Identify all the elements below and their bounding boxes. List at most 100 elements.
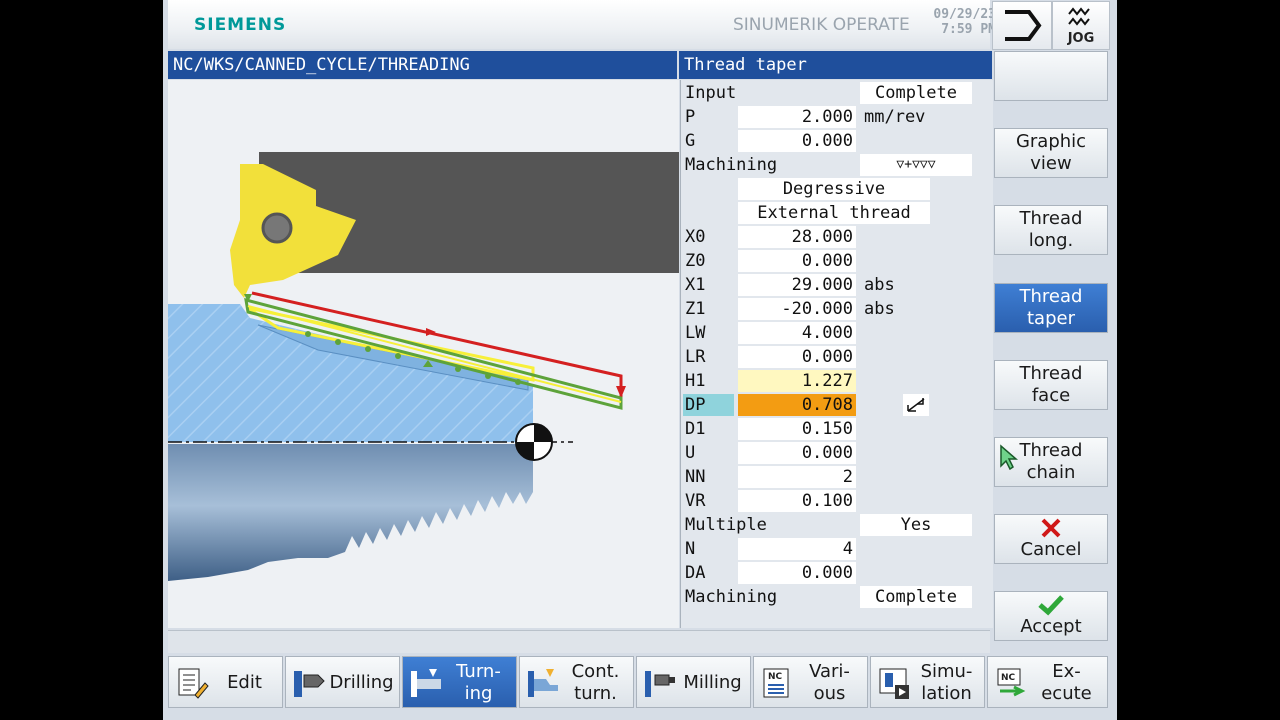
various-label: Vari-ous xyxy=(794,657,865,709)
jog-label: JOG xyxy=(1067,31,1095,46)
turning-button[interactable]: Turn-ing xyxy=(402,656,517,708)
thread-long-line2: long. xyxy=(1028,230,1074,251)
x0-field[interactable]: 28.000 xyxy=(738,226,856,248)
nc-badge-execute: NC xyxy=(1001,673,1016,683)
p-unit[interactable]: mm/rev xyxy=(864,106,925,128)
thread-taper-line2: taper xyxy=(1027,308,1075,329)
multiple-label: Multiple xyxy=(685,515,767,535)
lw-label: LW xyxy=(685,323,706,343)
softkey-blank[interactable] xyxy=(994,51,1108,101)
machining2-toggle[interactable]: Complete xyxy=(860,586,972,608)
thread-taper-button[interactable]: Thread taper xyxy=(994,283,1108,333)
thread-taper-line1: Thread xyxy=(1019,286,1083,307)
z0-label: Z0 xyxy=(685,251,706,271)
date-time: 09/29/23 7:59 PM xyxy=(931,7,996,37)
milling-button[interactable]: Milling xyxy=(636,656,751,708)
da-label: DA xyxy=(685,563,706,583)
simulation-button[interactable]: Simu-lation xyxy=(870,656,985,708)
turning-icon xyxy=(411,669,441,697)
g-field[interactable]: 0.000 xyxy=(738,130,856,152)
form-title: Thread taper xyxy=(679,51,992,79)
cancel-label: Cancel xyxy=(1020,539,1082,560)
program-path: NC/WKS/CANNED_CYCLE/THREADING xyxy=(168,51,677,79)
drilling-button[interactable]: Drilling xyxy=(285,656,400,708)
machining-label: Machining xyxy=(685,155,778,175)
execute-label: Ex-ecute xyxy=(1028,657,1105,709)
u-label: U xyxy=(685,443,696,463)
machining2-label: Machining xyxy=(685,587,778,607)
edit-icon xyxy=(178,668,209,699)
infeed-toggle[interactable]: Degressive xyxy=(738,178,930,200)
thread-face-line1: Thread xyxy=(1019,363,1083,384)
contour-line1: Cont. xyxy=(571,661,620,682)
graphic-view-button[interactable]: Graphic view xyxy=(994,128,1108,178)
lw-field[interactable]: 4.000 xyxy=(738,322,856,344)
n-field[interactable]: 4 xyxy=(738,538,856,560)
execute-icon: NC xyxy=(997,668,1026,697)
product-name: SINUMERIK OPERATE xyxy=(733,15,910,35)
da-field[interactable]: 0.000 xyxy=(738,562,856,584)
contour-turning-icon xyxy=(528,669,558,697)
date: 09/29/23 xyxy=(933,7,996,22)
h1-field[interactable]: 1.227 xyxy=(738,370,856,392)
program-mode-button[interactable] xyxy=(992,1,1052,50)
x1-unit[interactable]: abs xyxy=(864,274,895,296)
edit-button[interactable]: Edit xyxy=(168,656,283,708)
cancel-button[interactable]: Cancel xyxy=(994,514,1108,564)
z1-unit[interactable]: abs xyxy=(864,298,895,320)
brand-logo: SIEMENS xyxy=(194,15,287,35)
x0-label: X0 xyxy=(685,227,706,247)
d1-field[interactable]: 0.150 xyxy=(738,418,856,440)
machining-toggle[interactable]: ▽+▽▽▽ xyxy=(860,154,972,176)
execute-button[interactable]: NC Ex-ecute xyxy=(987,656,1108,708)
accept-button[interactable]: Accept xyxy=(994,591,1108,641)
thread-type-toggle[interactable]: External thread xyxy=(738,202,930,224)
nn-field[interactable]: 2 xyxy=(738,466,856,488)
turning-line1: Turn- xyxy=(456,661,501,682)
z1-label: Z1 xyxy=(685,299,706,319)
turning-line2: ing xyxy=(464,683,493,704)
nn-label: NN xyxy=(685,467,706,487)
nc-program-icon: NC xyxy=(763,668,789,698)
edit-label: Edit xyxy=(227,672,262,693)
z1-field[interactable]: -20.000 xyxy=(738,298,856,320)
multiple-toggle[interactable]: Yes xyxy=(860,514,972,536)
lr-label: LR xyxy=(685,347,706,367)
various-line1: Vari- xyxy=(809,661,850,682)
thread-chain-line2: chain xyxy=(1026,462,1076,483)
contour-turning-label: Cont. turn. xyxy=(560,657,631,709)
simulation-label: Simu-lation xyxy=(911,657,982,709)
g-label: G xyxy=(685,131,696,151)
contour-turning-button[interactable]: Cont. turn. xyxy=(519,656,634,708)
contour-line2: turn. xyxy=(574,683,617,704)
jog-mode-button[interactable]: JOG xyxy=(1052,1,1110,50)
thread-face-button[interactable]: Thread face xyxy=(994,360,1108,410)
thread-long-button[interactable]: Thread long. xyxy=(994,205,1108,255)
accept-label: Accept xyxy=(1020,616,1082,637)
hmi-screen: SIEMENS SINUMERIK OPERATE 09/29/23 7:59 … xyxy=(163,0,1117,720)
bracket-arrow-icon xyxy=(1005,10,1042,41)
lr-field[interactable]: 0.000 xyxy=(738,346,856,368)
x1-field[interactable]: 29.000 xyxy=(738,274,856,296)
vr-field[interactable]: 0.100 xyxy=(738,490,856,512)
various-line2: ous xyxy=(813,683,846,704)
dp-label: DP xyxy=(683,394,734,416)
header-bar: SIEMENS SINUMERIK OPERATE 09/29/23 7:59 … xyxy=(168,0,996,49)
cancel-x-icon xyxy=(1041,518,1061,538)
z0-field[interactable]: 0.000 xyxy=(738,250,856,272)
simulation-icon xyxy=(879,668,909,699)
u-field[interactable]: 0.000 xyxy=(738,442,856,464)
thread-help-graphic xyxy=(168,80,679,628)
thread-chain-button[interactable]: Thread chain xyxy=(994,437,1108,487)
drill-icon xyxy=(294,671,325,697)
graphic-view-line2: view xyxy=(1030,153,1072,174)
various-button[interactable]: NC Vari-ous xyxy=(753,656,868,708)
input-mode-toggle[interactable]: Complete xyxy=(860,82,972,104)
jog-wave-icon xyxy=(1068,7,1090,26)
n-label: N xyxy=(685,539,696,559)
p-label: P xyxy=(685,107,696,127)
dp-field[interactable]: 0.708 xyxy=(738,394,856,416)
simulation-line2: lation xyxy=(921,683,972,704)
thread-long-line1: Thread xyxy=(1019,208,1083,229)
p-field[interactable]: 2.000 xyxy=(738,106,856,128)
